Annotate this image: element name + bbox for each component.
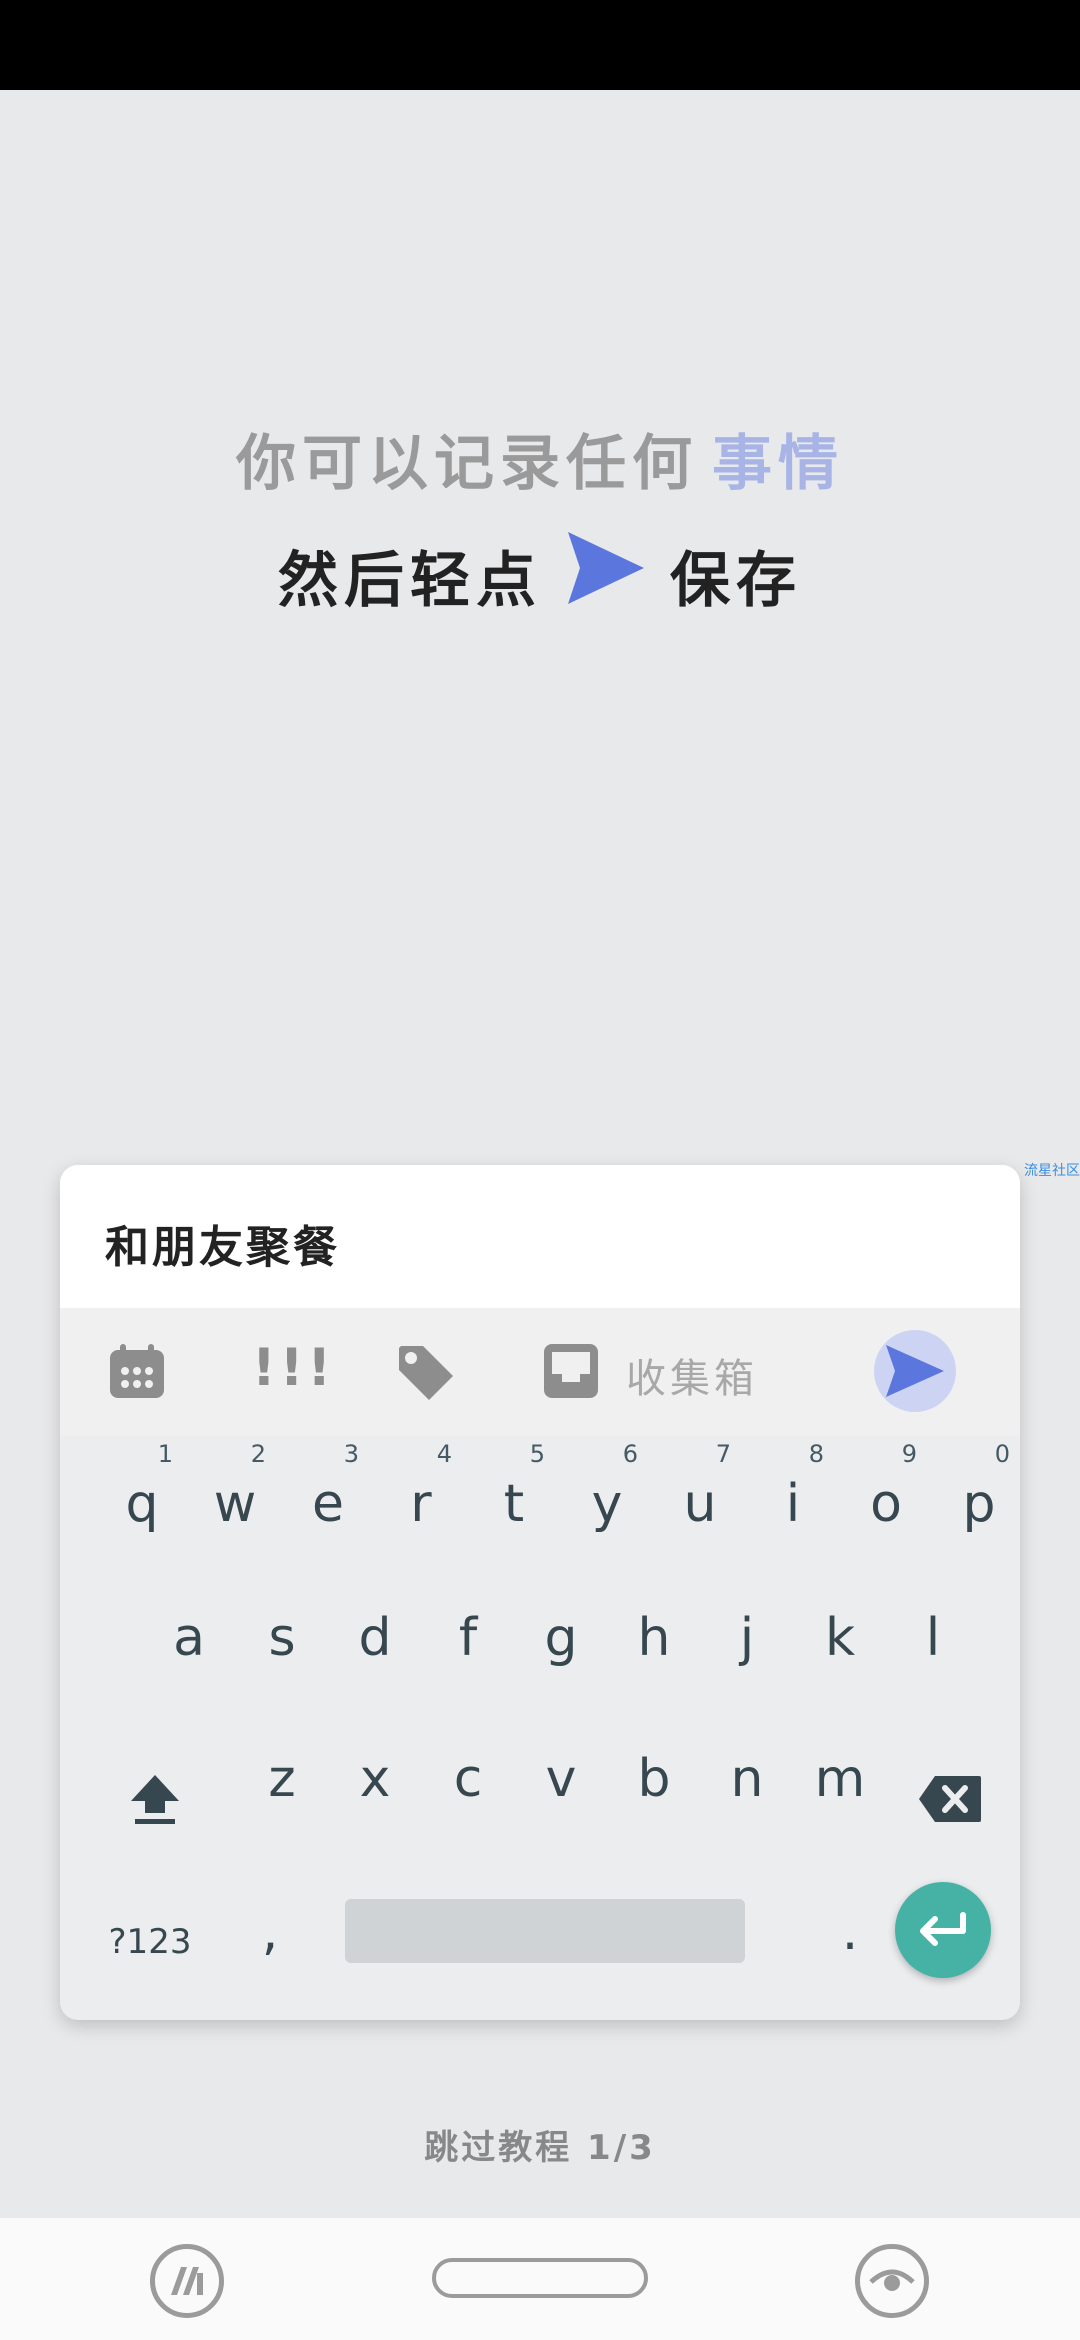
shift-icon: [131, 1775, 179, 1824]
key[interactable]: u7: [655, 1442, 745, 1554]
symbols-key[interactable]: ?123: [90, 1902, 210, 1982]
key[interactable]: z: [237, 1729, 327, 1829]
key[interactable]: y6: [562, 1442, 652, 1554]
send-button[interactable]: [874, 1330, 956, 1412]
key[interactable]: t5: [469, 1442, 559, 1554]
key[interactable]: b: [609, 1729, 699, 1829]
system-nav-bar: [0, 2218, 1080, 2340]
key[interactable]: m: [795, 1729, 885, 1829]
key[interactable]: k: [795, 1588, 885, 1688]
key[interactable]: o9: [841, 1442, 931, 1554]
key[interactable]: i8: [748, 1442, 838, 1554]
key[interactable]: r4: [376, 1442, 466, 1554]
key[interactable]: p0: [934, 1442, 1020, 1554]
eye-button[interactable]: [855, 2244, 929, 2318]
tag-icon[interactable]: [395, 1342, 457, 1408]
key[interactable]: h: [609, 1588, 699, 1688]
inbox-label[interactable]: 收集箱: [626, 1346, 758, 1404]
skip-tutorial-link[interactable]: 跳过教程 1/3: [0, 2120, 1080, 2169]
tutorial-line-1-accent: 事情: [712, 429, 844, 499]
key[interactable]: c: [423, 1729, 513, 1829]
send-arrow-icon: [566, 530, 646, 621]
enter-icon: [920, 1912, 966, 1946]
app-icon: [171, 2267, 203, 2295]
key[interactable]: g: [516, 1588, 606, 1688]
key[interactable]: j: [702, 1588, 792, 1688]
space-key[interactable]: [345, 1899, 745, 1963]
key[interactable]: f: [423, 1588, 513, 1688]
eye-icon: [869, 2269, 915, 2291]
quick-add-toolbar: !!! 收集箱: [60, 1308, 1020, 1436]
send-icon: [886, 1345, 944, 1397]
status-bar: [0, 0, 1080, 90]
tutorial-line-2-after: 保存: [670, 546, 802, 616]
tutorial-line-1-text: 你可以记录任何: [236, 429, 698, 499]
calendar-icon[interactable]: [108, 1342, 166, 1404]
note-input[interactable]: 和朋友聚餐: [60, 1165, 1020, 1308]
key[interactable]: w2: [190, 1442, 280, 1554]
tutorial-line-1: 你可以记录任何 事情: [0, 415, 1080, 502]
period-key[interactable]: .: [820, 1892, 880, 1972]
soft-keyboard: q1 w2 e3 r4 t5 y6 u7 i8 o9 p0 a s d f g …: [60, 1436, 1020, 2020]
key[interactable]: q1: [97, 1442, 187, 1554]
watermark: 流星社区: [1024, 1163, 1080, 1179]
note-input-text: 和朋友聚餐: [105, 1222, 340, 1273]
home-pill[interactable]: [432, 2258, 648, 2298]
quick-add-card: 和朋友聚餐 !!! 收集箱 q 1 w 2 e 3 r 4 t 5 y 6 u …: [60, 1165, 1020, 2020]
key[interactable]: v: [516, 1729, 606, 1829]
tutorial-line-2: 然后轻点 保存: [0, 530, 1080, 621]
key[interactable]: a: [144, 1588, 234, 1688]
backspace-icon: [919, 1776, 981, 1822]
key[interactable]: n: [702, 1729, 792, 1829]
comma-key[interactable]: ,: [240, 1892, 300, 1972]
key[interactable]: s: [237, 1588, 327, 1688]
key[interactable]: d: [330, 1588, 420, 1688]
key[interactable]: x: [330, 1729, 420, 1829]
inbox-icon[interactable]: [542, 1342, 600, 1404]
enter-key[interactable]: [895, 1882, 991, 1978]
priority-icon[interactable]: !!!: [252, 1338, 335, 1398]
tutorial-line-2-before: 然后轻点: [278, 546, 542, 616]
key[interactable]: l: [888, 1588, 978, 1688]
key[interactable]: e3: [283, 1442, 373, 1554]
app-button[interactable]: [150, 2244, 224, 2318]
backspace-key[interactable]: [905, 1754, 995, 1844]
shift-key[interactable]: [110, 1754, 200, 1844]
